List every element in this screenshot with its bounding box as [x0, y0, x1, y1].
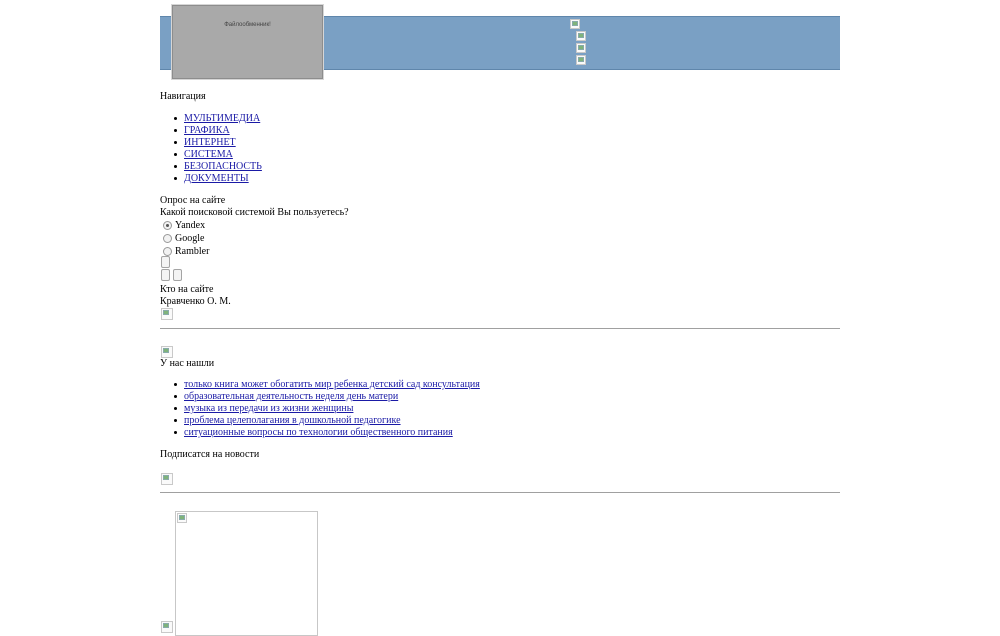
- list-item: музыка из передачи из жизни женщины: [160, 403, 480, 415]
- poll-vote-button[interactable]: [161, 256, 170, 268]
- list-item: ситуационные вопросы по технологии общес…: [160, 427, 480, 439]
- broken-image-icon: [161, 473, 173, 485]
- list-item: только книга может обогатить мир ребенка…: [160, 379, 480, 391]
- poll-option-label: Yandex: [175, 220, 206, 231]
- poll-option-label: Google: [175, 233, 205, 244]
- nav-link[interactable]: ДОКУМЕНТЫ: [184, 173, 249, 184]
- nav-link[interactable]: СИСТЕМА: [184, 149, 233, 160]
- online-user: Кравченко О. М.: [160, 296, 231, 307]
- online-heading: Кто на сайте: [160, 284, 214, 295]
- search-query-link[interactable]: проблема целеполагания в дошкольной педа…: [184, 415, 401, 426]
- list-item: образовательная деятельность неделя день…: [160, 391, 480, 403]
- nav-item-security: БЕЗОПАСНОСТЬ: [160, 161, 262, 173]
- header-broken-image-icon: [576, 43, 586, 53]
- poll-archive-button[interactable]: [173, 269, 182, 281]
- found-list: только книга может обогатить мир ребенка…: [160, 379, 480, 439]
- nav-item-graphics: ГРАФИКА: [160, 125, 262, 137]
- broken-image-icon: [161, 308, 173, 320]
- broken-image-icon: [161, 621, 173, 633]
- nav-item-multimedia: МУЛЬТИМЕДИА: [160, 113, 262, 125]
- radio-button[interactable]: [163, 221, 172, 230]
- found-heading: У нас нашли: [160, 358, 215, 369]
- broken-image-icon: [177, 513, 187, 523]
- poll-heading: Опрос на сайте: [160, 195, 226, 206]
- divider: [160, 328, 840, 329]
- radio-button[interactable]: [163, 234, 172, 243]
- nav-heading: Навигация: [160, 91, 206, 102]
- broken-image-icon: [161, 346, 173, 358]
- nav-link[interactable]: ГРАФИКА: [184, 125, 230, 136]
- poll-option-yandex[interactable]: Yandex: [160, 219, 209, 232]
- header-broken-image-icon: [570, 19, 580, 29]
- nav-link[interactable]: ИНТЕРНЕТ: [184, 137, 236, 148]
- poll-option-label: Rambler: [175, 246, 210, 257]
- nav-menu: МУЛЬТИМЕДИА ГРАФИКА ИНТЕРНЕТ СИСТЕМА БЕЗ…: [160, 113, 262, 185]
- subscribe-heading: Подписатся на новости: [160, 449, 260, 460]
- banner-image-placeholder[interactable]: [175, 511, 318, 636]
- nav-item-system: СИСТЕМА: [160, 149, 262, 161]
- poll-question: Какой поисковой системой Вы пользуетесь?: [160, 207, 349, 218]
- poll-results-button[interactable]: [161, 269, 170, 281]
- search-query-link[interactable]: ситуационные вопросы по технологии общес…: [184, 427, 453, 438]
- header-broken-image-icon: [576, 31, 586, 41]
- site-logo[interactable]: Файлообменник!: [171, 4, 324, 80]
- list-item: проблема целеполагания в дошкольной педа…: [160, 415, 480, 427]
- poll-option-google[interactable]: Google: [160, 232, 209, 245]
- poll-options: Yandex Google Rambler: [160, 219, 209, 258]
- search-query-link[interactable]: образовательная деятельность неделя день…: [184, 391, 398, 402]
- header-broken-image-icon: [576, 55, 586, 65]
- logo-alt-text: Файлообменник!: [224, 22, 271, 28]
- nav-link[interactable]: МУЛЬТИМЕДИА: [184, 113, 260, 124]
- search-query-link[interactable]: только книга может обогатить мир ребенка…: [184, 379, 480, 390]
- divider: [160, 492, 840, 493]
- nav-link[interactable]: БЕЗОПАСНОСТЬ: [184, 161, 262, 172]
- search-query-link[interactable]: музыка из передачи из жизни женщины: [184, 403, 353, 414]
- nav-item-documents: ДОКУМЕНТЫ: [160, 173, 262, 185]
- radio-button[interactable]: [163, 247, 172, 256]
- nav-item-internet: ИНТЕРНЕТ: [160, 137, 262, 149]
